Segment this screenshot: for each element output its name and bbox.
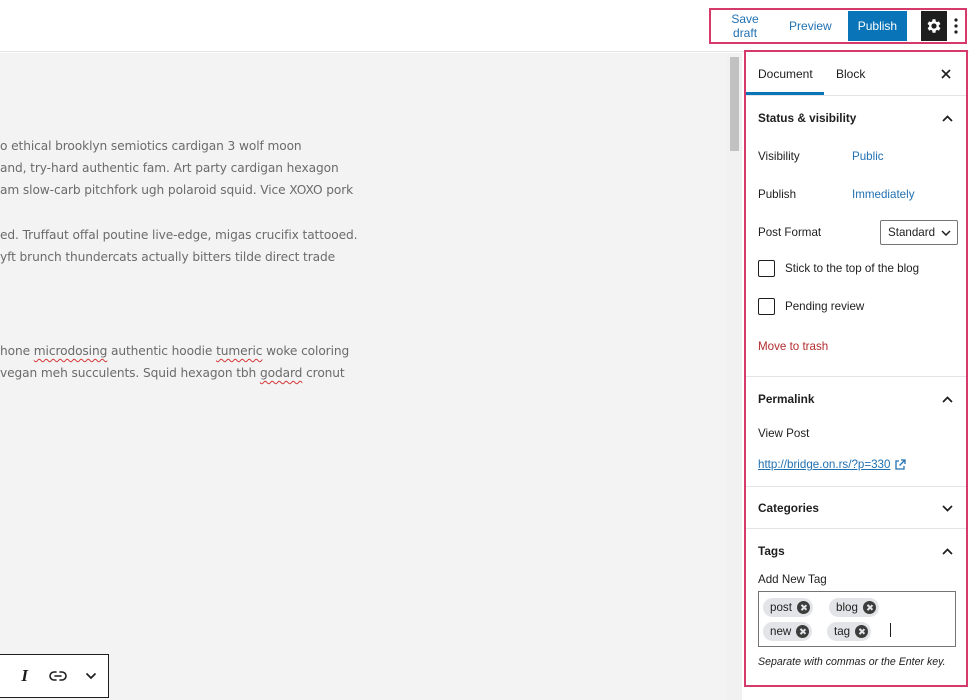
paragraph-line[interactable]: hone microdosing authentic hoodie tumeri… <box>0 340 720 362</box>
chevron-down-icon <box>940 501 954 515</box>
text-caret <box>890 623 891 637</box>
pending-review-label[interactable]: Pending review <box>785 300 864 313</box>
misspelled-word[interactable]: tumeric <box>216 344 262 358</box>
paragraph-line[interactable]: o ethical brooklyn semiotics cardigan 3 … <box>0 135 720 157</box>
add-tag-label: Add New Tag <box>758 573 827 586</box>
tag-chip: new <box>763 622 813 641</box>
panel-title: Status & visibility <box>758 111 857 125</box>
header-actions: Save draft Preview Publish <box>709 8 967 44</box>
post-format-row: Post Format Standard <box>758 220 958 245</box>
editor-header: Save draft Preview Publish <box>0 0 969 52</box>
status-visibility-panel: Status & visibility Visibility Public Pu… <box>746 96 966 377</box>
remove-tag-icon[interactable] <box>855 625 869 638</box>
view-post-label: View Post <box>758 427 810 440</box>
text-run: vegan meh succulents. Squid hexagon tbh <box>0 366 260 380</box>
post-format-select[interactable]: Standard <box>880 220 958 245</box>
editor-scrollbar-thumb[interactable] <box>730 57 739 151</box>
text-run: woke coloring <box>262 344 350 358</box>
paragraph-line[interactable]: yft brunch thundercats actually bitters … <box>0 246 720 268</box>
tab-block[interactable]: Block <box>824 52 877 95</box>
status-visibility-toggle[interactable]: Status & visibility <box>758 96 954 140</box>
chevron-up-icon <box>940 111 954 125</box>
tag-label: new <box>770 625 792 638</box>
sticky-checkbox[interactable] <box>758 260 775 277</box>
gear-icon <box>927 19 941 33</box>
paragraph-line[interactable]: vegan meh succulents. Squid hexagon tbh … <box>0 362 720 384</box>
tab-document[interactable]: Document <box>746 52 824 95</box>
text-run: cronut <box>302 366 345 380</box>
tag-label: blog <box>836 601 858 614</box>
visibility-label: Visibility <box>758 150 800 163</box>
remove-tag-icon[interactable] <box>796 625 810 638</box>
close-icon <box>941 69 951 79</box>
misspelled-word[interactable]: godard <box>260 366 302 380</box>
permalink-panel: Permalink View Post http://bridge.on.rs/… <box>746 377 966 487</box>
more-options-button[interactable] <box>947 11 965 41</box>
publish-date-toggle[interactable]: Immediately <box>852 188 915 201</box>
more-formatting-button[interactable] <box>78 663 104 689</box>
close-sidebar-button[interactable] <box>936 64 956 84</box>
tag-chip: post <box>763 598 813 617</box>
permalink-url[interactable]: http://bridge.on.rs/?p=330 <box>758 458 954 471</box>
categories-toggle[interactable]: Categories <box>758 487 954 529</box>
panel-title: Tags <box>758 544 785 558</box>
settings-sidebar: Document Block Status & visibility Visib… <box>744 50 968 687</box>
settings-button[interactable] <box>921 11 948 41</box>
pending-review-option: Pending review <box>758 298 864 315</box>
editor-canvas[interactable]: o ethical brooklyn semiotics cardigan 3 … <box>0 53 727 700</box>
visibility-row: Visibility Public <box>758 150 884 163</box>
kebab-menu-icon <box>954 18 958 34</box>
chevron-up-icon <box>940 392 954 406</box>
link-button[interactable] <box>45 663 71 689</box>
tag-label: tag <box>834 625 851 638</box>
permalink-url-text[interactable]: http://bridge.on.rs/?p=330 <box>758 458 890 471</box>
chevron-down-icon <box>941 229 951 236</box>
sticky-option: Stick to the top of the blog <box>758 260 919 277</box>
paragraph-line[interactable]: am slow-carb pitchfork ugh polaroid squi… <box>0 179 720 201</box>
tag-help-text: Separate with commas or the Enter key. <box>758 656 946 668</box>
post-format-label: Post Format <box>758 226 822 239</box>
text-run: authentic hoodie <box>107 344 217 358</box>
remove-tag-icon[interactable] <box>862 601 876 614</box>
preview-button[interactable]: Preview <box>783 12 838 40</box>
italic-button[interactable]: I <box>12 663 38 689</box>
tag-input-field[interactable]: post blog new tag <box>758 591 956 647</box>
panel-title: Permalink <box>758 392 815 406</box>
publish-row: Publish Immediately <box>758 188 915 201</box>
categories-panel: Categories <box>746 487 966 529</box>
visibility-toggle[interactable]: Public <box>852 150 884 163</box>
link-icon <box>49 671 67 681</box>
paragraph-line[interactable]: ed. Truffaut offal poutine live-edge, mi… <box>0 224 720 246</box>
chevron-down-icon <box>86 672 97 680</box>
paragraph-line[interactable]: and, try-hard authentic fam. Art party c… <box>0 157 720 179</box>
tags-panel: Tags Add New Tag post blog new tag Separ… <box>746 529 966 685</box>
publish-button[interactable]: Publish <box>847 11 908 41</box>
post-format-value: Standard <box>888 226 936 239</box>
block-toolbar: I <box>0 654 109 698</box>
panel-title: Categories <box>758 501 819 515</box>
post-content[interactable]: o ethical brooklyn semiotics cardigan 3 … <box>0 135 720 384</box>
tags-toggle[interactable]: Tags <box>758 529 954 573</box>
tag-label: post <box>770 601 792 614</box>
move-to-trash-button[interactable]: Move to trash <box>758 340 828 353</box>
tag-chip: blog <box>829 598 879 617</box>
publish-label: Publish <box>758 188 797 201</box>
sticky-label[interactable]: Stick to the top of the blog <box>785 262 919 275</box>
sidebar-tabs: Document Block <box>746 52 966 96</box>
tag-chip: tag <box>827 622 872 641</box>
external-link-icon <box>895 458 907 470</box>
text-run: hone <box>0 344 34 358</box>
remove-tag-icon[interactable] <box>796 601 810 614</box>
chevron-up-icon <box>940 544 954 558</box>
misspelled-word[interactable]: microdosing <box>34 344 108 358</box>
save-draft-button[interactable]: Save draft <box>715 12 775 40</box>
pending-review-checkbox[interactable] <box>758 298 775 315</box>
permalink-toggle[interactable]: Permalink <box>758 377 954 421</box>
